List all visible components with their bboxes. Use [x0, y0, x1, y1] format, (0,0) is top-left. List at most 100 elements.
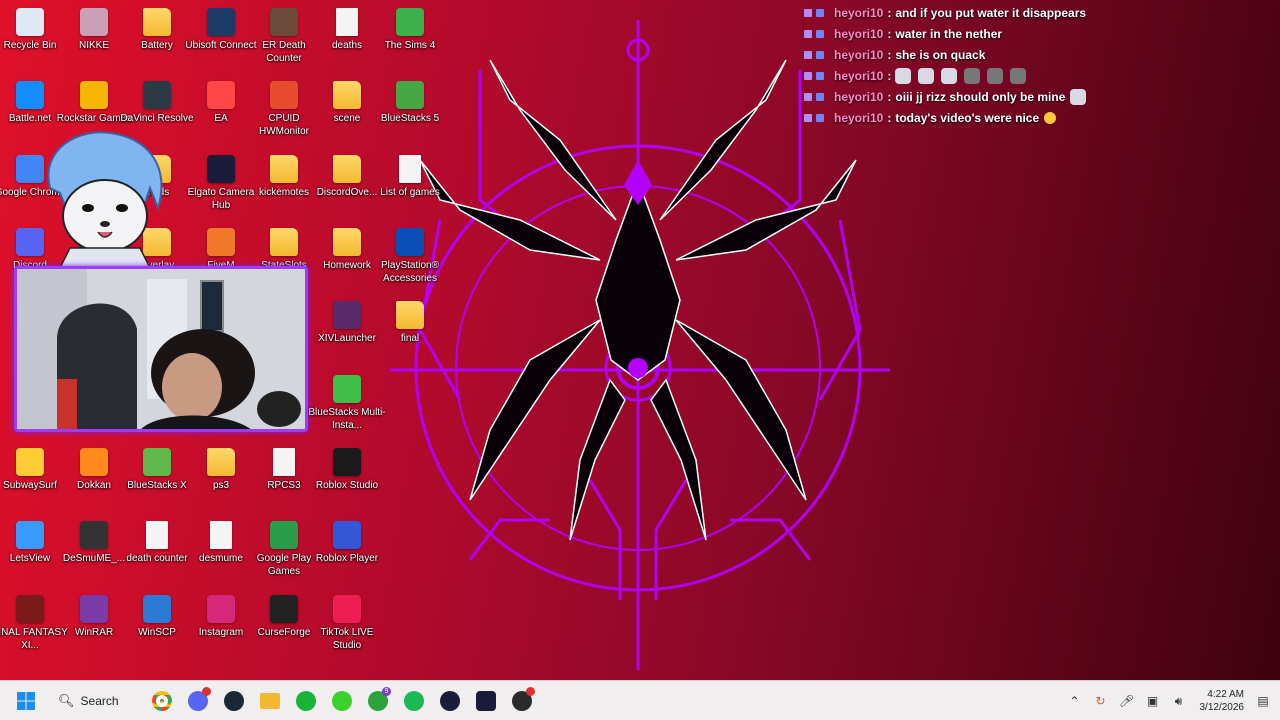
desktop-icon[interactable]: Ubisoft Connect	[185, 4, 257, 76]
taskbar-obs-button[interactable]	[506, 685, 538, 717]
document-icon	[336, 8, 358, 36]
desktop-icon[interactable]: Instagram	[190, 591, 252, 663]
microphone-icon[interactable]: 🎤︎	[1116, 690, 1138, 712]
desktop-icon[interactable]: Roblox Studio	[316, 444, 378, 516]
chat-message: heyori10: and if you put water it disappe…	[804, 2, 1274, 23]
desktop-icon[interactable]: List of games	[379, 151, 441, 223]
chevron-up-icon[interactable]: ⌃	[1064, 690, 1086, 712]
desktop-icon[interactable]: Recycle Bin	[0, 4, 61, 76]
desktop-icon-label: List of games	[380, 187, 440, 198]
desktop-icon[interactable]: Google Play Games	[253, 517, 315, 589]
chat-badge-icon	[816, 50, 824, 59]
emote-icon	[918, 67, 935, 84]
document-icon	[399, 155, 421, 183]
desktop-icon[interactable]: BlueStacks Multi-Insta...	[308, 371, 386, 443]
taskbar-spotify-button[interactable]	[398, 685, 430, 717]
desktop-icon[interactable]: RPCS3	[253, 444, 315, 516]
folder-icon	[270, 155, 298, 183]
desktop-icon-label: Roblox Studio	[315, 480, 379, 491]
desktop-icon[interactable]: PlayStation® Accessories	[379, 224, 441, 296]
desktop-icon[interactable]: ER Death Counter	[253, 4, 315, 76]
desktop-icon[interactable]: scene	[316, 77, 378, 149]
desktop-icon[interactable]: DeSmuME_...	[63, 517, 125, 589]
desktop-icon[interactable]: WinSCP	[126, 591, 188, 663]
desktop-icon[interactable]: LetsView	[0, 517, 61, 589]
desktop-icon[interactable]: CPUID HWMonitor	[253, 77, 315, 149]
chat-text: water in the nether	[895, 26, 1003, 41]
taskbar-elgato-button[interactable]	[434, 685, 466, 717]
chat-badge-icon	[804, 71, 812, 80]
obs-live-indicator	[526, 686, 535, 696]
network-icon[interactable]: ▣	[1142, 690, 1164, 712]
desktop-icon[interactable]: WinRAR	[63, 591, 125, 663]
folder-icon	[270, 228, 298, 256]
emote-icon	[941, 67, 958, 84]
taskbar-chrome-button[interactable]	[146, 685, 178, 717]
desktop-icon[interactable]: deaths	[316, 4, 378, 76]
taskbar-discord-button[interactable]	[182, 685, 214, 717]
subway-surf-icon	[16, 448, 44, 476]
chat-separator: :	[887, 5, 892, 20]
desktop-icon[interactable]: Dokkan	[63, 444, 125, 516]
start-button[interactable]	[10, 685, 42, 717]
chat-username: heyori10	[834, 89, 884, 104]
desmume-icon	[80, 521, 108, 549]
desktop-icon[interactable]: SubwaySurf	[0, 444, 61, 516]
chat-text: she is on quack	[895, 47, 986, 62]
clock-date: 3/12/2026	[1199, 702, 1245, 713]
emote-icon	[1070, 88, 1087, 105]
desktop-icon[interactable]: Homework	[316, 224, 378, 296]
chat-badge-icon	[816, 92, 824, 101]
taskbar-streamdeck-button[interactable]	[470, 685, 502, 717]
smiley-emoji-icon	[1044, 111, 1057, 124]
desktop-icon[interactable]: Elgato Camera Hub	[188, 151, 254, 223]
desktop-icon[interactable]: ps3	[190, 444, 252, 516]
desktop-icon-label: PlayStation® Accessories	[381, 260, 439, 284]
taskbar-kick-button[interactable]	[326, 685, 358, 717]
desktop-icon[interactable]: The Sims 4	[379, 4, 441, 76]
desktop-icon[interactable]: death counter	[126, 517, 188, 589]
desktop-icon-label: final	[400, 333, 420, 344]
chat-badge-icon	[816, 8, 824, 17]
desktop-icon[interactable]: final	[379, 297, 441, 369]
desktop-icon[interactable]: Roblox Player	[316, 517, 378, 589]
desktop-icon[interactable]: FINAL FANTASY XI...	[0, 591, 68, 663]
volume-icon[interactable]: 🔊︎	[1168, 690, 1190, 712]
desktop-icon[interactable]: kickemotes	[253, 151, 315, 223]
desktop-icon-label: BlueStacks Multi-Insta...	[308, 407, 386, 431]
taskbar-file-explorer-button[interactable]	[254, 685, 286, 717]
chat-username: heyori10	[834, 47, 884, 62]
desktop-icon[interactable]: XIVLauncher	[316, 297, 378, 369]
desktop-icon[interactable]: BlueStacks X	[126, 444, 188, 516]
chat-username: heyori10	[834, 68, 884, 83]
curseforge-icon	[270, 595, 298, 623]
clock[interactable]: 4:22 AM 3/12/2026	[1200, 688, 1245, 714]
taskbar-steam-button[interactable]	[218, 685, 250, 717]
desktop-icon[interactable]: Battery	[126, 4, 188, 76]
desktop-icon[interactable]: CurseForge	[253, 591, 315, 663]
desktop-icon[interactable]: EA	[190, 77, 252, 149]
sims-icon	[396, 8, 424, 36]
desktop-icon[interactable]: desmume	[190, 517, 252, 589]
desktop-icon[interactable]: NIKKE	[63, 4, 125, 76]
stream-deck-icon	[476, 690, 496, 711]
desktop-icon-label: BlueStacks 5	[380, 113, 440, 124]
system-tray: ⌃ ↻ 🎤︎ ▣ 🔊︎ 4:22 AM 3/12/2026 ▤	[1062, 681, 1280, 720]
desktop-icon[interactable]: DiscordOve...	[316, 151, 378, 223]
chat-username: heyori10	[834, 26, 884, 41]
notifications-icon[interactable]: ▤	[1252, 690, 1274, 712]
chat-separator: :	[887, 47, 892, 62]
tiktok-live-icon	[333, 595, 361, 623]
desktop-icon[interactable]: TikTok LIVE Studio	[316, 591, 378, 663]
dokkan-icon	[80, 448, 108, 476]
search-button[interactable]: 🔍︎ Search	[48, 685, 140, 717]
sync-icon[interactable]: ↻	[1090, 690, 1112, 712]
chat-badge-icon	[804, 29, 812, 38]
desktop-icon[interactable]: BlueStacks 5	[379, 77, 441, 149]
taskbar-app-green-button[interactable]	[290, 685, 322, 717]
folder-icon	[333, 155, 361, 183]
instagram-icon	[207, 595, 235, 623]
roblox-player-icon	[333, 521, 361, 549]
taskbar-xbox-button[interactable]: 9	[362, 685, 394, 717]
rockstar-icon	[80, 81, 108, 109]
